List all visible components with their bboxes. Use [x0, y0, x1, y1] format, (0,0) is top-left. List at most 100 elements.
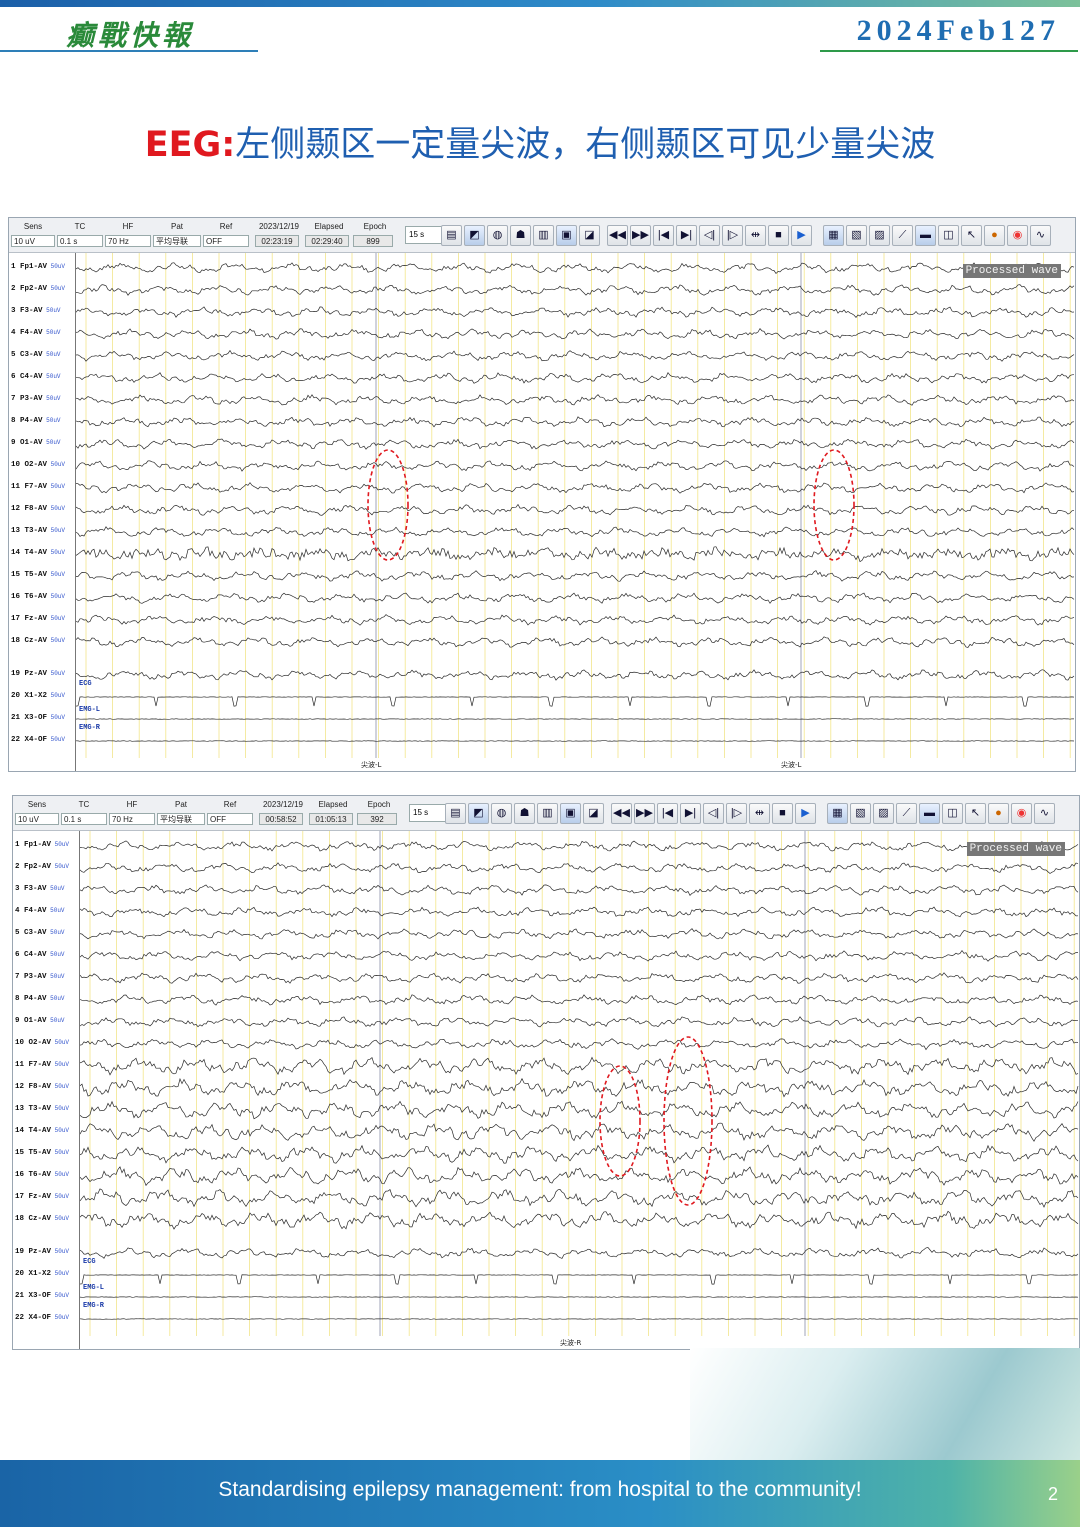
fit-icon[interactable]: ⇹: [745, 224, 766, 246]
fast-forward-icon[interactable]: ▶▶: [630, 224, 651, 246]
ref-select[interactable]: OFF: [207, 813, 253, 825]
channel-label[interactable]: 15 T5-AV 50uV: [15, 1149, 69, 1157]
wave-icon[interactable]: ∿: [1030, 224, 1051, 246]
head-icon[interactable]: ●: [984, 224, 1005, 246]
channel-label[interactable]: 6 C4-AV 50uV: [15, 951, 65, 959]
step-forward-icon[interactable]: |▷: [722, 224, 743, 246]
stop-icon[interactable]: ■: [768, 224, 789, 246]
channel-label[interactable]: 17 Fz-AV 50uV: [11, 615, 65, 623]
sens-select[interactable]: 10 uV: [15, 813, 59, 825]
play-icon[interactable]: ▶: [795, 802, 816, 824]
image-icon[interactable]: ▣: [560, 802, 581, 824]
channel-label[interactable]: 2 Fp2-AV 50uV: [11, 285, 65, 293]
rewind-icon[interactable]: ◀◀: [607, 224, 628, 246]
print-icon[interactable]: ▥: [537, 802, 558, 824]
measure-icon[interactable]: ⟋: [892, 224, 913, 246]
channel-label[interactable]: 19 Pz-AV 50uV: [11, 670, 65, 678]
export-icon[interactable]: ◪: [583, 802, 604, 824]
channel-label[interactable]: 22 X4-OF 50uV: [11, 736, 65, 744]
tc-select[interactable]: 0.1 s: [61, 813, 107, 825]
start-icon[interactable]: |◀: [653, 224, 674, 246]
spectrum-icon[interactable]: ▦: [827, 802, 848, 824]
fit-icon[interactable]: ⇹: [749, 802, 770, 824]
channel-label[interactable]: 14 T4-AV 50uV: [11, 549, 65, 557]
channel-label[interactable]: 20 X1-X2 50uV: [15, 1270, 69, 1278]
channel-label[interactable]: 18 Cz-AV 50uV: [11, 637, 65, 645]
channel-label[interactable]: 13 T3-AV 50uV: [15, 1105, 69, 1113]
hf-select[interactable]: 70 Hz: [109, 813, 155, 825]
folder-icon[interactable]: ◫: [938, 224, 959, 246]
channel-label[interactable]: 1 Fp1-AV 50uV: [15, 841, 69, 849]
epoch-number[interactable]: 392: [357, 813, 397, 825]
stop-icon[interactable]: ■: [772, 802, 793, 824]
montage-select[interactable]: 平均导联: [153, 235, 201, 247]
channel-label[interactable]: 10 O2-AV 50uV: [11, 461, 65, 469]
channel-label[interactable]: 21 X3-OF 50uV: [15, 1292, 69, 1300]
channel-label[interactable]: 13 T3-AV 50uV: [11, 527, 65, 535]
bar-icon[interactable]: ▬: [919, 802, 940, 824]
globe-icon[interactable]: ◍: [487, 224, 508, 246]
step-forward-icon[interactable]: |▷: [726, 802, 747, 824]
person-icon[interactable]: ☗: [514, 802, 535, 824]
step-back-icon[interactable]: ◁|: [703, 802, 724, 824]
montage-select[interactable]: 平均导联: [157, 813, 205, 825]
print-icon[interactable]: ▥: [533, 224, 554, 246]
map-icon[interactable]: ▧: [846, 224, 867, 246]
document-icon[interactable]: ▨: [869, 224, 890, 246]
head-icon[interactable]: ●: [988, 802, 1009, 824]
measure-icon[interactable]: ⟋: [896, 802, 917, 824]
channel-label[interactable]: 22 X4-OF 50uV: [15, 1314, 69, 1322]
page-length-select[interactable]: 15 s: [405, 226, 442, 244]
folder-icon[interactable]: ◫: [942, 802, 963, 824]
cursor-icon[interactable]: ↖: [961, 224, 982, 246]
tc-select[interactable]: 0.1 s: [57, 235, 103, 247]
end-icon[interactable]: ▶|: [676, 224, 697, 246]
channel-label[interactable]: 19 Pz-AV 50uV: [15, 1248, 69, 1256]
fast-forward-icon[interactable]: ▶▶: [634, 802, 655, 824]
channel-label[interactable]: 11 F7-AV 50uV: [11, 483, 65, 491]
channel-label[interactable]: 2 Fp2-AV 50uV: [15, 863, 69, 871]
channel-label[interactable]: 3 F3-AV 50uV: [15, 885, 65, 893]
export-icon[interactable]: ◪: [579, 224, 600, 246]
channel-label[interactable]: 5 C3-AV 50uV: [15, 929, 65, 937]
color-icon[interactable]: ◉: [1007, 224, 1028, 246]
channel-label[interactable]: 4 F4-AV 50uV: [11, 329, 61, 337]
channel-label[interactable]: 11 F7-AV 50uV: [15, 1061, 69, 1069]
step-back-icon[interactable]: ◁|: [699, 224, 720, 246]
channel-label[interactable]: 21 X3-OF 50uV: [11, 714, 65, 722]
channel-label[interactable]: 16 T6-AV 50uV: [11, 593, 65, 601]
channel-label[interactable]: 12 F8-AV 50uV: [11, 505, 65, 513]
ref-select[interactable]: OFF: [203, 235, 249, 247]
start-icon[interactable]: |◀: [657, 802, 678, 824]
channel-label[interactable]: 3 F3-AV 50uV: [11, 307, 61, 315]
channel-label[interactable]: 1 Fp1-AV 50uV: [11, 263, 65, 271]
channel-label[interactable]: 4 F4-AV 50uV: [15, 907, 65, 915]
channel-label[interactable]: 17 Fz-AV 50uV: [15, 1193, 69, 1201]
globe-icon[interactable]: ◍: [491, 802, 512, 824]
channel-label[interactable]: 8 P4-AV 50uV: [11, 417, 61, 425]
play-icon[interactable]: ▶: [791, 224, 812, 246]
channel-label[interactable]: 8 P4-AV 50uV: [15, 995, 65, 1003]
channel-label[interactable]: 9 O1-AV 50uV: [11, 439, 61, 447]
channel-label[interactable]: 14 T4-AV 50uV: [15, 1127, 69, 1135]
channel-label[interactable]: 18 Cz-AV 50uV: [15, 1215, 69, 1223]
end-icon[interactable]: ▶|: [680, 802, 701, 824]
color-icon[interactable]: ◉: [1011, 802, 1032, 824]
channel-label[interactable]: 5 C3-AV 50uV: [11, 351, 61, 359]
analysis-icon[interactable]: ◩: [464, 224, 485, 246]
person-icon[interactable]: ☗: [510, 224, 531, 246]
image-icon[interactable]: ▣: [556, 224, 577, 246]
rewind-icon[interactable]: ◀◀: [611, 802, 632, 824]
analysis-icon[interactable]: ◩: [468, 802, 489, 824]
save-icon[interactable]: ▤: [445, 802, 466, 824]
channel-label[interactable]: 7 P3-AV 50uV: [11, 395, 61, 403]
channel-label[interactable]: 6 C4-AV 50uV: [11, 373, 61, 381]
channel-label[interactable]: 10 O2-AV 50uV: [15, 1039, 69, 1047]
spectrum-icon[interactable]: ▦: [823, 224, 844, 246]
bar-icon[interactable]: ▬: [915, 224, 936, 246]
eeg-trace-area[interactable]: ECG EMG-L EMG-R 尖波-R: [80, 831, 1079, 1349]
eeg-trace-area[interactable]: ECG EMG-L EMG-R 尖波-L 尖波-L: [76, 253, 1075, 771]
hf-select[interactable]: 70 Hz: [105, 235, 151, 247]
wave-icon[interactable]: ∿: [1034, 802, 1055, 824]
map-icon[interactable]: ▧: [850, 802, 871, 824]
